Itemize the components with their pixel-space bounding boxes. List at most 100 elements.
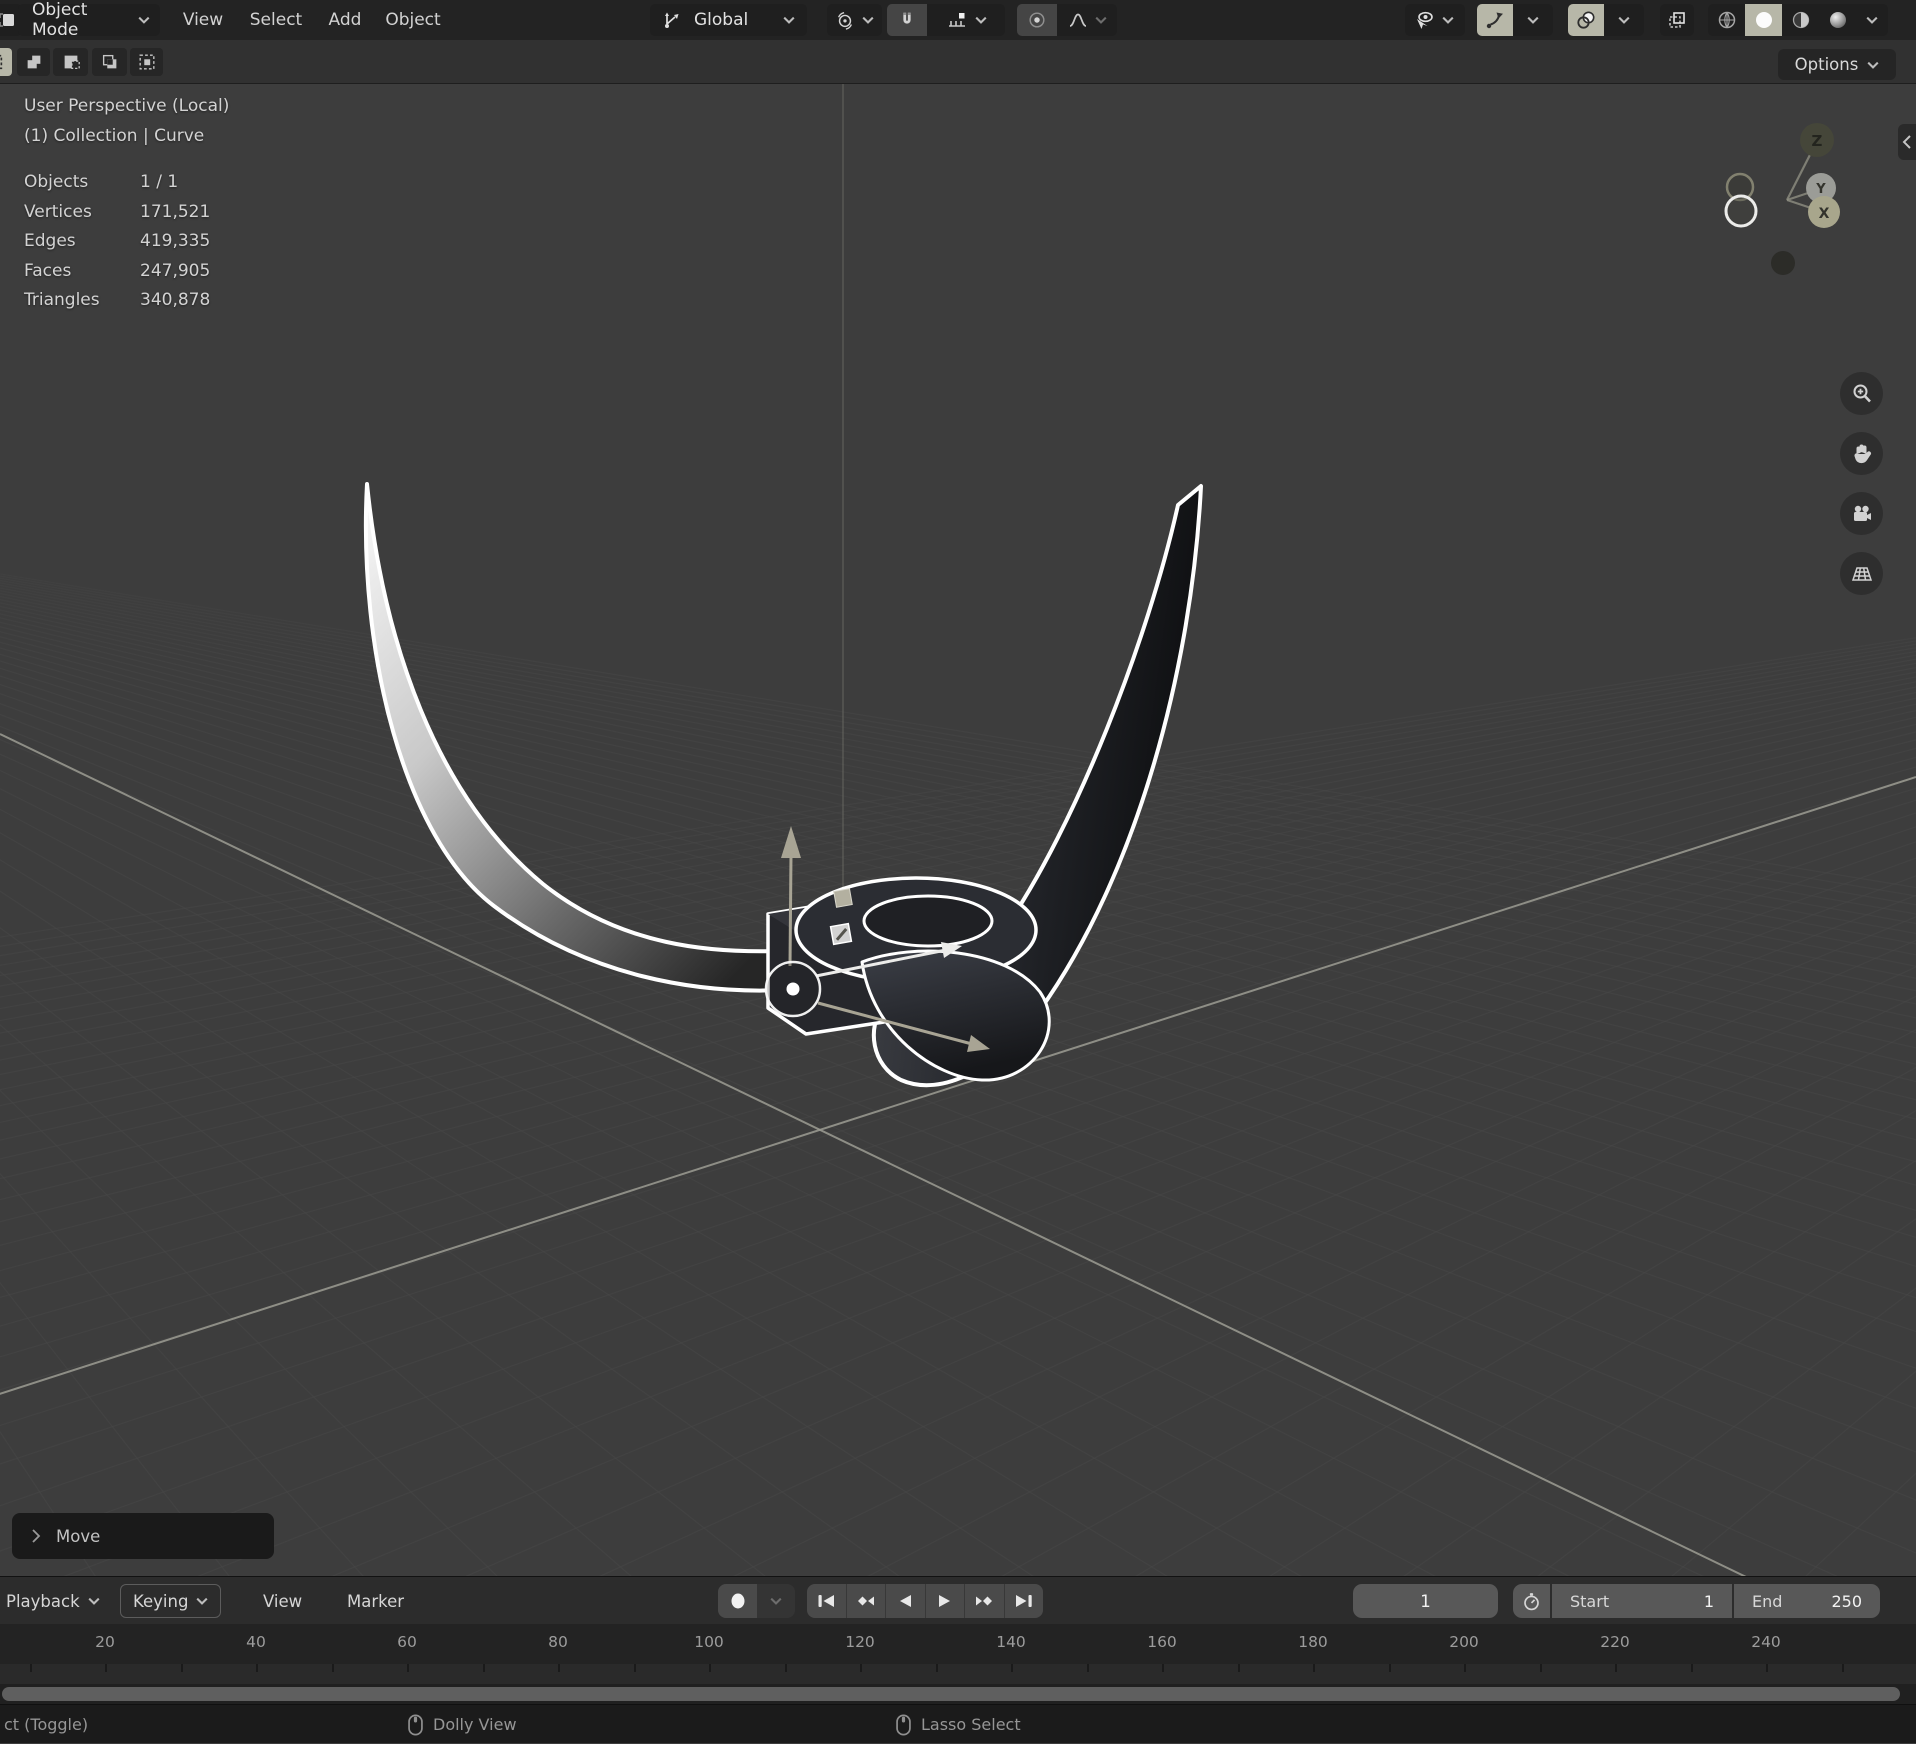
autokey-group xyxy=(718,1584,795,1618)
ruler-frame-label: 220 xyxy=(1600,1633,1630,1651)
falloff-curve-icon xyxy=(1069,13,1087,27)
orientation-dropdown[interactable]: Global xyxy=(650,4,807,36)
timeline-scrollbar[interactable] xyxy=(0,1684,1916,1704)
auto-keying-toggle[interactable] xyxy=(718,1584,757,1618)
start-label: Start xyxy=(1570,1591,1610,1611)
xray-icon xyxy=(1669,12,1685,28)
ruler-frame-label: 140 xyxy=(996,1633,1026,1651)
ruler-frame-label: 120 xyxy=(845,1633,875,1651)
menu-object[interactable]: Object xyxy=(385,0,441,40)
solid-sphere-icon xyxy=(1755,12,1772,28)
transform-axes-icon xyxy=(665,12,679,28)
snap-toggle[interactable] xyxy=(887,4,927,36)
gizmo-origin-dot xyxy=(786,982,800,996)
shading-solid-button[interactable] xyxy=(1745,4,1782,36)
jump-end-icon xyxy=(1015,1595,1032,1607)
select-mode-subtract-button[interactable] xyxy=(53,48,88,76)
chevron-down-icon xyxy=(196,1597,208,1605)
overlays-group xyxy=(1568,4,1644,36)
timeline-menu-playback[interactable]: Playback xyxy=(6,1577,100,1625)
axis-neg-z-ball[interactable] xyxy=(1771,251,1795,275)
jump-to-end-button[interactable] xyxy=(1004,1584,1043,1618)
gizmo-plane-handle[interactable] xyxy=(829,922,853,946)
ruler-tick xyxy=(331,1664,334,1672)
use-preview-range-toggle[interactable] xyxy=(1513,1584,1550,1618)
current-frame-field[interactable]: 1 xyxy=(1353,1584,1498,1618)
pivot-point-dropdown[interactable] xyxy=(827,4,882,36)
gizmo-plane-handle[interactable] xyxy=(833,888,853,908)
overlays-dropdown[interactable] xyxy=(1604,4,1644,36)
ruler-tick xyxy=(633,1664,636,1672)
next-keyframe-button[interactable] xyxy=(965,1584,1004,1618)
play-button[interactable] xyxy=(925,1584,964,1618)
chevron-down-icon xyxy=(1867,61,1879,69)
operator-panel-label: Move xyxy=(56,1526,101,1546)
mouse-icon xyxy=(896,1714,911,1735)
stat-faces: Faces 247,905 xyxy=(24,260,211,281)
snap-settings-dropdown[interactable] xyxy=(927,4,1005,36)
camera-view-button[interactable] xyxy=(1840,492,1883,535)
show-gizmo-dropdown[interactable] xyxy=(1405,4,1465,36)
chevron-down-icon xyxy=(783,16,795,24)
timeline-tick-strip xyxy=(0,1664,1916,1684)
shading-material-button[interactable] xyxy=(1782,4,1819,36)
jump-to-start-button[interactable] xyxy=(807,1584,846,1618)
ruler-tick xyxy=(860,1664,862,1672)
gizmos-toggle[interactable] xyxy=(1477,4,1513,36)
proportional-edit-toggle[interactable] xyxy=(1017,4,1057,36)
material-sphere-icon xyxy=(1792,11,1809,29)
auto-keying-dropdown[interactable] xyxy=(757,1584,795,1618)
select-mode-extend-button[interactable] xyxy=(17,48,50,76)
shading-wireframe-button[interactable] xyxy=(1708,4,1745,36)
chevron-down-icon xyxy=(974,16,987,24)
prev-keyframe-icon xyxy=(857,1596,874,1606)
menu-select[interactable]: Select xyxy=(249,0,303,40)
timeline-menu-keying[interactable]: Keying xyxy=(120,1584,222,1618)
sidebar-toggle-tab[interactable] xyxy=(1898,124,1916,160)
orientation-label: Global xyxy=(694,10,749,30)
navigation-gizmo[interactable]: Z Y X xyxy=(1724,123,1840,275)
scrollbar-thumb[interactable] xyxy=(2,1687,1900,1701)
shading-dropdown[interactable] xyxy=(1856,4,1888,36)
play-reverse-icon xyxy=(900,1595,912,1607)
timeline-menu-marker[interactable]: Marker xyxy=(347,1577,404,1625)
prev-keyframe-button[interactable] xyxy=(846,1584,885,1618)
falloff-dropdown[interactable] xyxy=(1057,4,1117,36)
timeline-ruler[interactable]: 20 40 60 80 100 120 140 160 180 200 220 240 xyxy=(0,1624,1916,1664)
start-frame-field[interactable]: Start 1 xyxy=(1552,1584,1732,1618)
status-hint-select: ct (Toggle) xyxy=(4,1715,89,1734)
next-keyframe-icon xyxy=(976,1596,993,1606)
play-reverse-button[interactable] xyxy=(886,1584,925,1618)
overlays-toggle[interactable] xyxy=(1568,4,1604,36)
gizmos-dropdown[interactable] xyxy=(1513,4,1553,36)
ruler-tick xyxy=(1539,1664,1542,1672)
select-mode-intersect-button[interactable] xyxy=(130,48,163,76)
menu-view[interactable]: View xyxy=(181,0,225,40)
pivot-point-icon xyxy=(837,12,853,30)
shading-rendered-button[interactable] xyxy=(1819,4,1856,36)
ruler-frame-label: 180 xyxy=(1298,1633,1328,1651)
timeline-menu-view[interactable]: View xyxy=(263,1577,302,1625)
3d-viewport[interactable]: Z Y X User Perspective (Local) (1) Colle… xyxy=(0,84,1916,1576)
viewport-header: Object Mode View Select Add Object Globa… xyxy=(0,0,1916,40)
operator-panel-move[interactable]: Move xyxy=(12,1513,274,1559)
ruler-tick xyxy=(1313,1664,1315,1672)
zoom-icon xyxy=(1853,384,1871,402)
end-frame-field[interactable]: End 250 xyxy=(1734,1584,1880,1618)
chevron-down-icon xyxy=(1618,16,1630,24)
zoom-button[interactable] xyxy=(1840,372,1883,415)
pan-button[interactable] xyxy=(1840,432,1883,475)
axis-neg-x-ball[interactable] xyxy=(1724,194,1758,228)
options-dropdown[interactable]: Options xyxy=(1778,49,1896,80)
grid-perspective-icon xyxy=(1851,566,1872,581)
select-mode-set-button[interactable] xyxy=(0,48,12,76)
axis-z-label: Z xyxy=(1812,132,1823,150)
ruler-tick xyxy=(180,1664,183,1672)
xray-toggle[interactable] xyxy=(1660,4,1694,36)
menu-add[interactable]: Add xyxy=(327,0,363,40)
toggle-perspective-button[interactable] xyxy=(1840,552,1883,595)
ruler-tick xyxy=(105,1664,107,1672)
select-mode-difference-button[interactable] xyxy=(92,48,127,76)
mode-dropdown[interactable]: Object Mode xyxy=(18,0,160,40)
ruler-tick xyxy=(29,1664,32,1672)
